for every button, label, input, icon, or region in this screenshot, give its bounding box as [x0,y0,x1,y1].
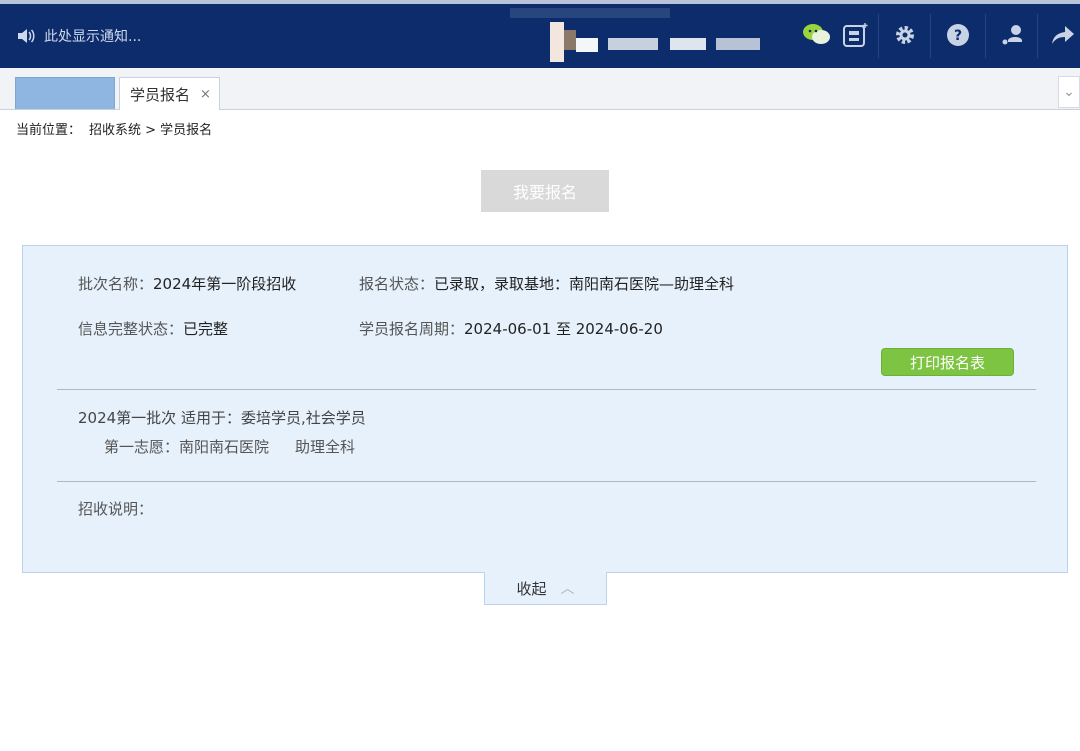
speaker-icon [18,29,35,43]
badge-icon[interactable] [838,18,872,52]
notice-area[interactable]: 此处显示通知... [16,26,141,46]
choice-major: 助理全科 [295,438,356,456]
chevron-down-icon: ⌄ [1063,84,1075,100]
wechat-icon[interactable] [800,18,834,52]
top-header: 此处显示通知... ? [0,0,1080,68]
period-value: 2024-06-01 至 2024-06-20 [464,320,663,338]
collapse-toggle[interactable]: 收起 ︿ [484,572,607,605]
header-divider [878,14,879,58]
header-divider [930,14,931,58]
tab-home[interactable] [15,77,115,109]
batch-info-panel: 批次名称：2024年第一阶段招收 报名状态：已录取，录取基地：南阳南石医院—助理… [22,245,1068,573]
signup-status-field: 报名状态：已录取，录取基地：南阳南石医院—助理全科 [359,273,734,294]
share-icon[interactable] [1046,18,1080,52]
svg-text:?: ? [954,28,962,44]
tab-student-signup[interactable]: 学员报名 × [119,77,220,110]
breadcrumb: 当前位置： 招收系统 > 学员报名 [16,119,212,138]
completeness-value: 已完整 [183,320,229,338]
print-form-button[interactable]: 打印报名表 [881,348,1014,376]
tab-scroll-button[interactable]: ⌄ [1058,76,1080,108]
breadcrumb-prefix: 当前位置： [16,123,82,138]
user-icon[interactable] [996,18,1030,52]
header-divider [1037,14,1038,58]
header-divider [985,14,986,58]
tab-bar: 学员报名 × ⌄ [0,68,1080,110]
completeness-field: 信息完整状态：已完整 [78,318,228,339]
breadcrumb-path: 招收系统 > 学员报名 [89,123,213,138]
choice-hospital: 南阳南石医院 [179,438,270,456]
batch-applies-text: 2024第一批次 适用于：委培学员,社会学员 [78,409,366,427]
collapse-label: 收起 [516,579,547,598]
redacted-user-info [490,8,848,72]
close-icon[interactable]: × [200,87,211,102]
header-strip [0,0,1080,4]
tab-label: 学员报名 [130,85,191,104]
status-label: 报名状态： [359,275,435,293]
recruit-notes-label: 招收说明： [78,500,154,518]
notice-text: 此处显示通知... [44,29,142,45]
divider [57,481,1036,482]
batch-name-value: 2024年第一阶段招收 [153,275,297,293]
choice-label: 第一志愿： [104,438,180,456]
help-icon[interactable]: ? [941,18,975,52]
batch-name-label: 批次名称： [78,275,154,293]
signup-button[interactable]: 我要报名 [481,170,609,212]
divider [57,389,1036,390]
batch-name-field: 批次名称：2024年第一阶段招收 [78,273,296,294]
period-label: 学员报名周期： [359,320,465,338]
first-choice-field: 第一志愿：南阳南石医院 助理全科 [104,436,355,457]
status-value: 已录取，录取基地：南阳南石医院—助理全科 [434,275,735,293]
chevron-up-icon: ︿ [560,581,575,597]
signup-period-field: 学员报名周期：2024-06-01 至 2024-06-20 [359,318,663,339]
gear-icon[interactable] [888,18,922,52]
completeness-label: 信息完整状态： [78,320,184,338]
